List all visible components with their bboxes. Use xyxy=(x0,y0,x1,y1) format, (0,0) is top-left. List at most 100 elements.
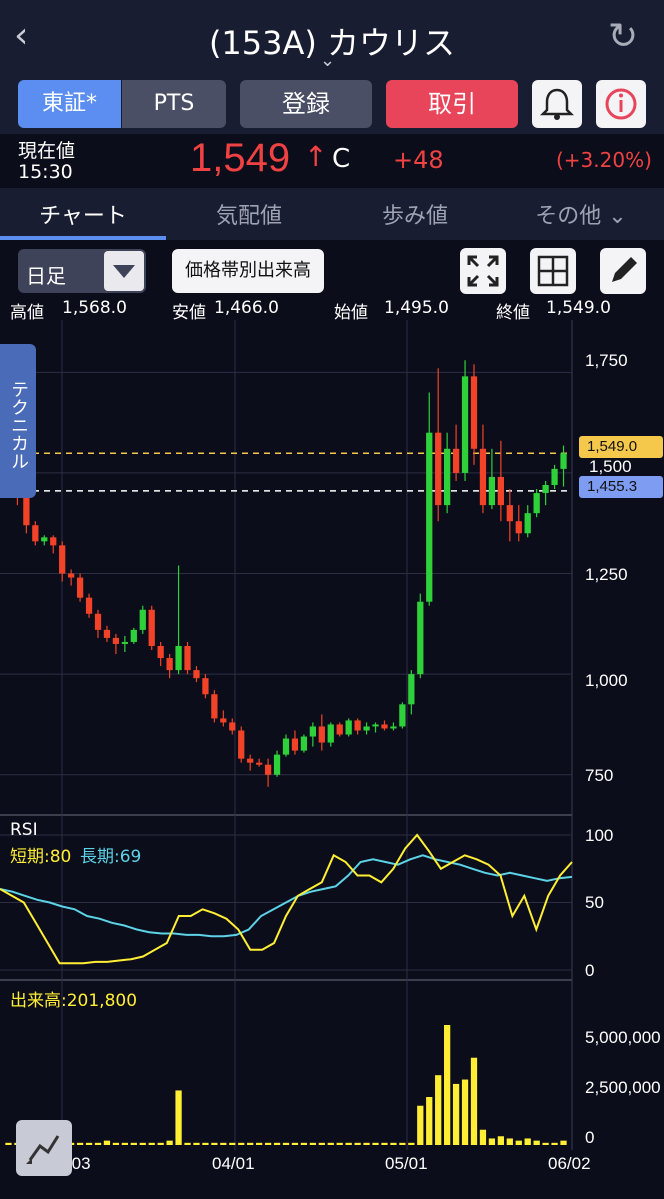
volume-bar xyxy=(533,1140,540,1145)
volume-bar xyxy=(85,1142,93,1145)
volume-bar xyxy=(497,1136,504,1145)
rsi-long-label: 長期:69 xyxy=(80,847,142,867)
volume-bar xyxy=(229,1142,236,1145)
chart-canvas[interactable] xyxy=(0,320,664,1150)
refresh-icon[interactable]: ↻ xyxy=(608,16,638,57)
rsi-tick: 100 xyxy=(585,826,614,845)
candle-body xyxy=(166,658,173,671)
chevron-down-icon[interactable]: ⌄ xyxy=(320,50,335,71)
close-value: 1,549.0 xyxy=(546,298,611,318)
volume-bar xyxy=(166,1140,173,1145)
volume-bar xyxy=(112,1142,120,1145)
price-tick: 750 xyxy=(585,766,614,785)
volume-label: 出来高:201,800 xyxy=(10,991,138,1011)
x-tick: 04/01 xyxy=(212,1154,255,1173)
candle-body xyxy=(336,724,343,735)
candle-body xyxy=(354,720,361,731)
volume-bar xyxy=(345,1142,352,1145)
candle-body xyxy=(184,645,191,671)
volume-bar xyxy=(551,1142,558,1145)
candle-body xyxy=(551,468,558,485)
volume-bar xyxy=(390,1142,397,1145)
volume-bar xyxy=(408,1142,415,1145)
grid-icon[interactable] xyxy=(530,248,576,294)
dropdown-arrow-icon[interactable] xyxy=(104,251,144,291)
volume-bar xyxy=(488,1138,496,1145)
volume-bar xyxy=(273,1142,281,1145)
candle-body xyxy=(76,577,84,598)
volume-bar xyxy=(300,1142,308,1145)
tab-more[interactable]: その他 ⌄ xyxy=(498,198,664,230)
candle-body xyxy=(327,724,334,743)
volume-bar xyxy=(76,1142,84,1145)
candle-body xyxy=(85,597,93,614)
candle-body xyxy=(363,726,370,731)
volume-bar xyxy=(103,1140,111,1145)
candle-body xyxy=(256,762,263,765)
volume-bar xyxy=(157,1142,164,1145)
high-value: 1,568.0 xyxy=(62,298,127,318)
tab-quotes[interactable]: 気配値 xyxy=(166,198,332,230)
volume-bar xyxy=(372,1142,379,1145)
candle-body xyxy=(94,613,102,630)
tab-chart[interactable]: チャート xyxy=(0,198,166,230)
volume-bar xyxy=(461,1079,469,1145)
chevron-left-icon[interactable]: ‹ xyxy=(14,18,28,54)
candle-body xyxy=(32,525,39,542)
candle-body xyxy=(247,758,254,763)
rsi-label: RSI xyxy=(10,820,38,840)
volume-bar xyxy=(363,1142,370,1145)
volume-bar xyxy=(381,1142,388,1145)
volume-bar xyxy=(184,1142,191,1145)
volume-bar xyxy=(309,1142,316,1145)
expand-icon[interactable] xyxy=(460,248,506,294)
current-price: 1,549 xyxy=(190,136,291,180)
register-button[interactable]: 登録 xyxy=(240,80,372,128)
volume-bar xyxy=(5,1142,12,1145)
candle-body xyxy=(202,678,209,695)
x-tick: 06/02 xyxy=(548,1154,591,1173)
volume-bar xyxy=(247,1142,254,1145)
volume-bar xyxy=(417,1105,424,1145)
candle-body xyxy=(50,537,57,546)
rsi-short-label: 短期:80 xyxy=(10,847,72,867)
candle-body xyxy=(273,754,281,775)
candle-body xyxy=(112,637,120,644)
candle-body xyxy=(560,453,567,469)
pencil-icon[interactable] xyxy=(600,248,646,294)
volume-bar xyxy=(426,1097,433,1145)
candle-body xyxy=(41,537,48,542)
info-icon[interactable] xyxy=(596,80,646,128)
tab-ticks[interactable]: 歩み値 xyxy=(332,198,498,230)
market-pts-button[interactable]: PTS xyxy=(122,80,226,128)
candle-body xyxy=(479,448,487,506)
trade-button[interactable]: 取引 xyxy=(386,80,518,128)
swap-icon[interactable] xyxy=(16,1120,72,1176)
last-price-tag: 1,549.0 xyxy=(579,436,663,458)
volume-bar xyxy=(211,1142,218,1145)
candle-body xyxy=(461,376,469,473)
candle-body xyxy=(417,601,424,675)
volume-tick: 0 xyxy=(585,1128,595,1147)
up-arrow-icon: ↑ xyxy=(304,140,328,173)
candle-body xyxy=(497,476,504,506)
quote-time: 15:30 xyxy=(18,161,73,183)
technical-side-label: テクニカル xyxy=(8,380,29,470)
candle-body xyxy=(130,629,137,642)
candle-body xyxy=(139,609,146,630)
volume-by-price-button[interactable]: 価格帯別出来高 xyxy=(172,249,324,293)
volume-bar xyxy=(336,1142,343,1145)
price-tick: 1,500 xyxy=(589,457,632,476)
volume-bar xyxy=(220,1142,227,1145)
candle-body xyxy=(399,704,406,727)
candle-body xyxy=(381,724,388,729)
volume-bar xyxy=(318,1142,325,1145)
volume-bar xyxy=(479,1129,487,1145)
bell-icon[interactable] xyxy=(532,80,582,128)
rsi-tick: 50 xyxy=(585,893,604,912)
candle-body xyxy=(282,738,290,755)
x-tick: 05/01 xyxy=(385,1154,428,1173)
volume-bar xyxy=(399,1142,406,1145)
market-tse-button[interactable]: 東証* xyxy=(18,80,121,128)
candle-body xyxy=(59,545,66,574)
